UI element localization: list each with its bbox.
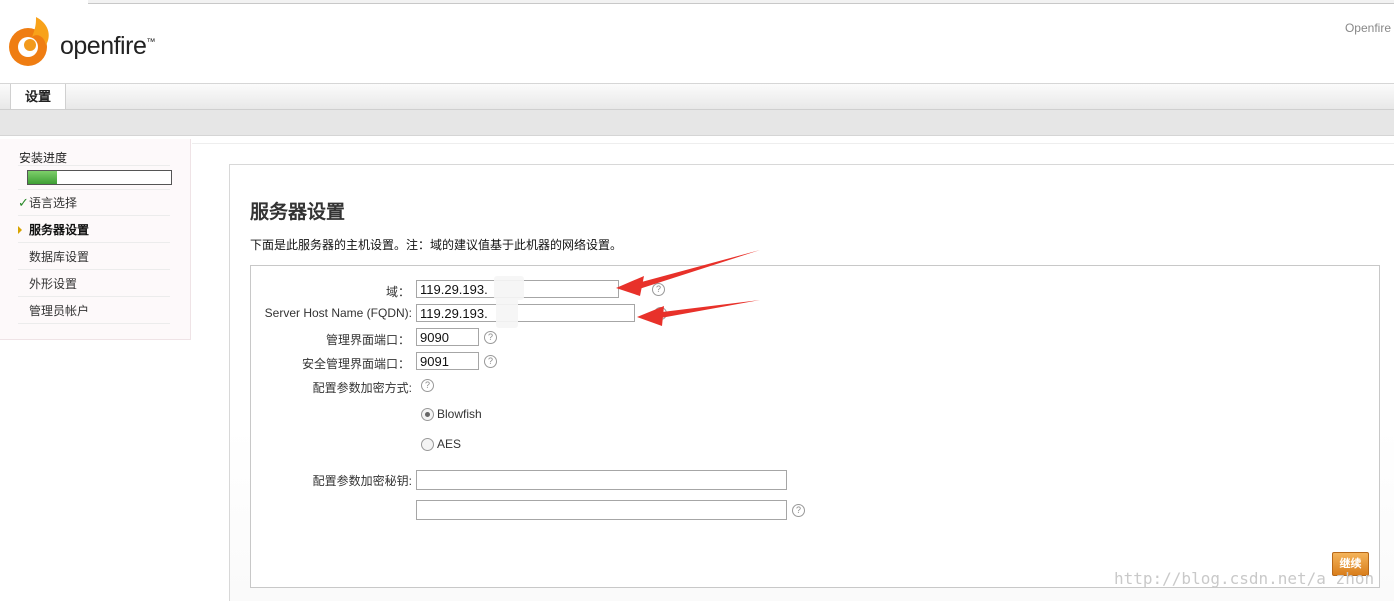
domain-label: 域： <box>385 285 410 299</box>
encryption-method-label: 配置参数加密方式: <box>312 381 412 395</box>
sidebar-item-label: 数据库设置 <box>29 250 90 264</box>
watermark: http://blog.csdn.net/a_zhon <box>1114 569 1375 588</box>
progress-fill <box>28 171 57 184</box>
secure-port-label: 安全管理界面端口： <box>301 357 410 371</box>
help-icon[interactable]: ? <box>421 379 434 392</box>
help-icon[interactable]: ? <box>484 355 497 368</box>
sidebar-item-label: 语言选择 <box>29 196 78 210</box>
sidebar-item-database[interactable]: 数据库设置 <box>18 244 170 270</box>
brand-name: Openfire <box>1344 21 1391 35</box>
admin-port-field[interactable] <box>416 328 479 346</box>
tab-settings[interactable]: 设置 <box>10 84 66 109</box>
openfire-flame-icon <box>9 17 49 66</box>
logo-text: openfire™ <box>60 32 155 60</box>
radio-aes[interactable] <box>421 438 434 451</box>
secure-port-field[interactable] <box>416 352 479 370</box>
sub-nav-bar <box>0 110 1394 136</box>
fqdn-field[interactable] <box>416 304 635 322</box>
sidebar-item-label: 外形设置 <box>29 277 78 291</box>
sidebar-item-label: 服务器设置 <box>29 223 90 237</box>
check-icon: ✓ <box>18 195 29 210</box>
main-nav: 设置 <box>0 84 1394 110</box>
sidebar-item-label: 管理员帐户 <box>29 304 90 318</box>
help-icon[interactable]: ? <box>484 331 497 344</box>
radio-blowfish[interactable] <box>421 408 434 421</box>
setup-progress-sidebar: 安装进度 ✓ 语言选择 服务器设置 数据库设置 外形设置 管理员帐户 <box>0 139 191 340</box>
encryption-key-confirm-field[interactable] <box>416 500 787 520</box>
help-icon[interactable]: ? <box>654 307 667 320</box>
admin-port-label: 管理界面端口： <box>325 333 410 347</box>
encryption-key-field[interactable] <box>416 470 787 490</box>
sidebar-title: 安装进度 <box>19 151 68 165</box>
radio-blowfish-label: Blowfish <box>437 407 482 421</box>
browser-tab-edge <box>88 0 1394 4</box>
divider <box>18 165 170 166</box>
help-icon[interactable]: ? <box>652 283 665 296</box>
setup-progress-bar <box>27 170 172 185</box>
fqdn-label: Server Host Name (FQDN): <box>264 306 412 320</box>
sidebar-item-admin-account[interactable]: 管理员帐户 <box>18 298 170 324</box>
page-description: 下面是此服务器的主机设置。注：域的建议值基于此机器的网络设置。 <box>250 238 623 252</box>
redaction-blur <box>494 276 524 300</box>
sidebar-item-server-settings[interactable]: 服务器设置 <box>18 217 170 243</box>
sidebar-item-appearance[interactable]: 外形设置 <box>18 271 170 297</box>
current-step-arrow-icon <box>18 226 22 234</box>
header: openfire™ Openfire <box>0 6 1394 84</box>
radio-aes-label: AES <box>437 437 462 451</box>
help-icon[interactable]: ? <box>792 504 805 517</box>
encryption-key-label: 配置参数加密秘钥: <box>312 474 412 488</box>
page-title: 服务器设置 <box>250 202 346 223</box>
sidebar-item-language[interactable]: ✓ 语言选择 <box>18 190 170 216</box>
redaction-blur <box>496 298 518 328</box>
